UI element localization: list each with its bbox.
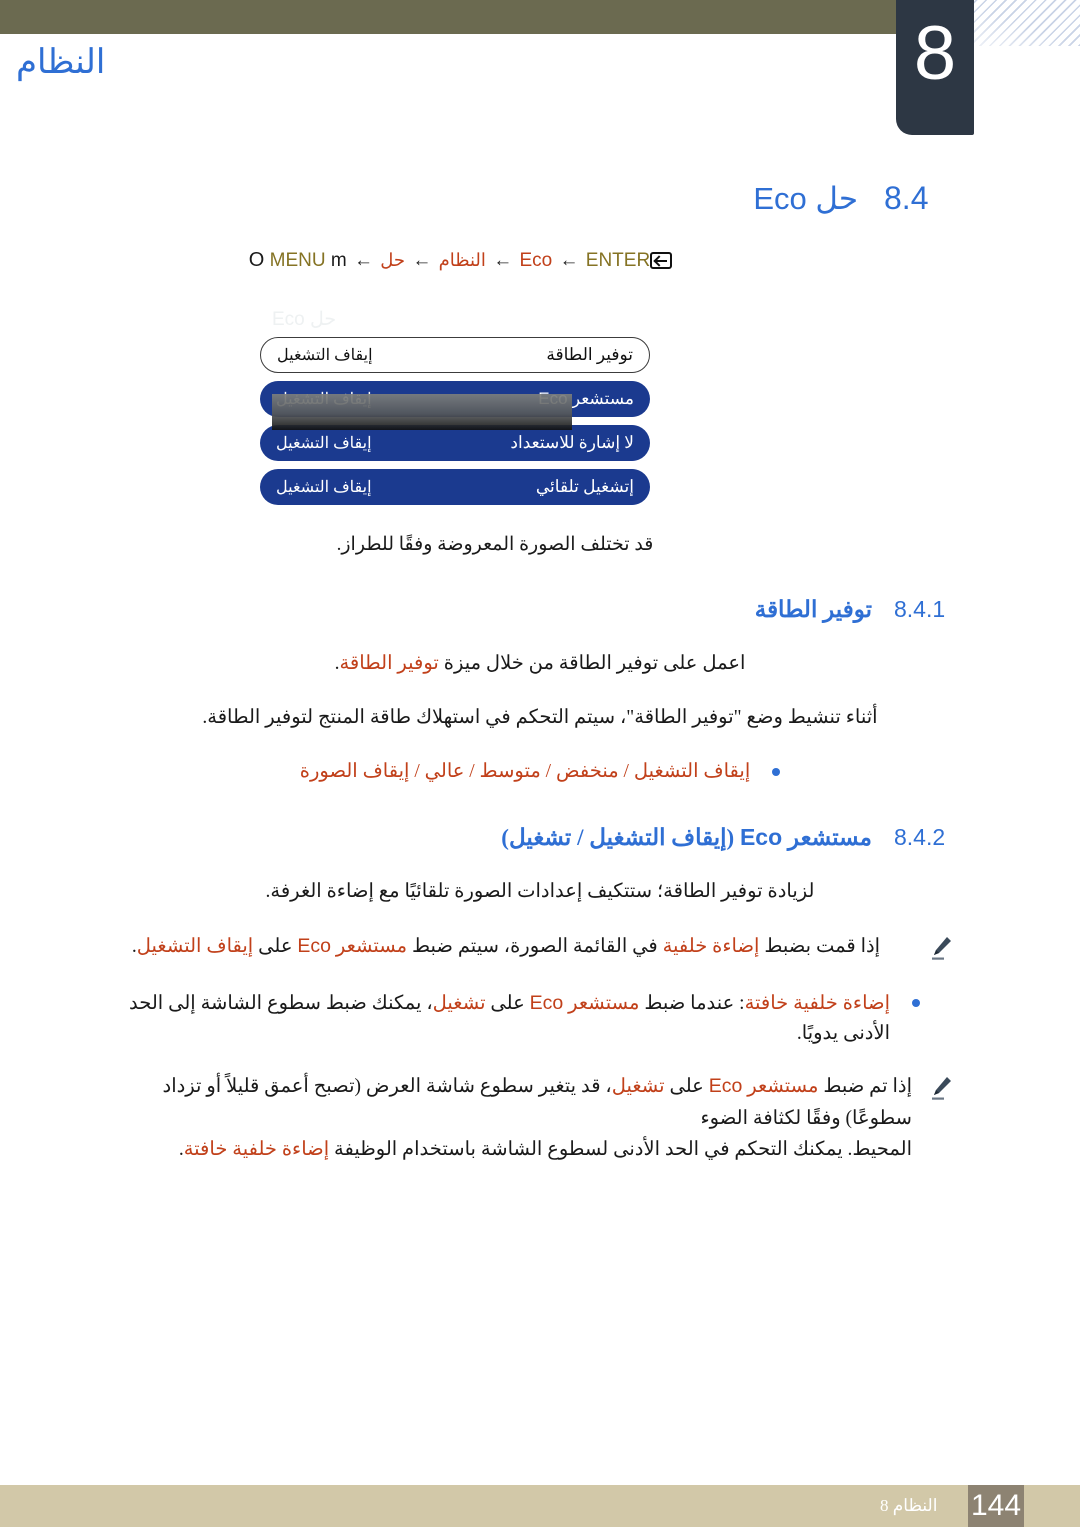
note-842-backlight-text: إذا قمت بضبط إضاءة خلفية في القائمة الصو… <box>100 931 912 962</box>
breadcrumb-key-menu: MENU <box>269 250 326 271</box>
osd-menu-mock: حل Eco توفير الطاقة إيقاف التشغيل مستشعر… <box>260 308 650 505</box>
section-heading-8-4: 8.4 حل Eco <box>100 180 980 217</box>
bullet1-b: على <box>485 992 530 1014</box>
note2-line2-a: المحيط. يمكنك التحكم في الحد الأدنى لسطو… <box>329 1138 912 1160</box>
breadcrumb-key-m: m <box>330 250 347 271</box>
note2-h2: تشغيل <box>611 1076 665 1098</box>
bullet1-h2: مستشعر <box>568 992 640 1014</box>
section-title-latin: Eco <box>753 181 807 216</box>
subsection-heading-8-4-1: 8.4.1 توفير الطاقة <box>100 596 980 623</box>
osd-row-no-signal-standby[interactable]: لا إشارة للاستعداد إيقاف التشغيل <box>260 425 650 461</box>
bullet1-latin: Eco <box>529 991 564 1014</box>
osd-ghost-title: حل Eco <box>272 309 337 330</box>
osd-row-label: إتشغيل تلقائي <box>535 477 634 496</box>
chapter-title: النظام <box>0 42 884 82</box>
note-842-backlight: إذا قمت بضبط إضاءة خلفية في القائمة الصو… <box>100 931 980 966</box>
pencil-note-icon <box>928 935 954 966</box>
subsection-title-ar-1: مستشعر <box>787 824 872 850</box>
bullet-842-dim-backlight: إضاءة خلفية خافتة: عندما ضبط مستشعر Eco … <box>100 988 980 1049</box>
footer-chapter-label: النظام 8 <box>880 1496 938 1515</box>
bullet-842-dim-backlight-text: إضاءة خلفية خافتة: عندما ضبط مستشعر Eco … <box>100 988 890 1049</box>
para-841-intro-a: اعمل على توفير الطاقة من خلال ميزة <box>438 653 746 674</box>
breadcrumb-arrow-2: ← <box>412 250 432 271</box>
section-title: حل Eco <box>753 181 858 217</box>
pencil-note-icon <box>928 1075 954 1106</box>
note-842-brightness-text: إذا تم ضبط مستشعر Eco على تشغيل، قد يتغي… <box>100 1071 912 1165</box>
subsection-title-latin: Eco <box>739 823 783 850</box>
chapter-title-text: النظام <box>16 44 106 81</box>
note1-h3: إيقاف التشغيل <box>136 935 254 957</box>
breadcrumb-key-o: O <box>248 249 265 271</box>
osd-row-power-saving[interactable]: توفير الطاقة إيقاف التشغيل <box>260 337 650 373</box>
breadcrumb-step-system: النظام <box>438 250 486 270</box>
osd-row-label: لا إشارة للاستعداد <box>510 433 634 452</box>
breadcrumb-step-enter: ENTER <box>585 250 651 271</box>
osd-row-label: مستشعر Eco <box>538 389 634 409</box>
subsection-title-ar-2: (إيقاف التشغيل / تشغيل) <box>501 824 735 850</box>
note2-b: على <box>664 1076 709 1098</box>
bullet-dot-icon <box>772 768 781 777</box>
note2-a: إذا تم ضبط <box>818 1076 912 1098</box>
paragraph-841-detail: أثناء تنشيط وضع "توفير الطاقة"، سيتم الت… <box>202 707 878 729</box>
breadcrumb-arrow-4: ← <box>559 250 579 271</box>
osd-row-value: إيقاف التشغيل <box>276 391 372 408</box>
note-842-brightness: إذا تم ضبط مستشعر Eco على تشغيل، قد يتغي… <box>100 1071 980 1165</box>
enter-key-icon <box>650 252 673 269</box>
bullet1-h1: إضاءة خلفية خافتة <box>744 992 890 1014</box>
para-841-intro-highlight: توفير الطاقة <box>339 653 439 674</box>
bullet-dot-icon <box>912 998 920 1007</box>
subsection-title: توفير الطاقة <box>754 597 872 622</box>
note1-b: في القائمة الصورة، سيتم ضبط <box>407 935 663 957</box>
note1-h1: إضاءة خلفية <box>662 935 760 957</box>
osd-row-label: توفير الطاقة <box>546 345 633 364</box>
breadcrumb-arrow-1: ← <box>353 250 373 271</box>
breadcrumb: O MENU m ← النظام ← حل ← Eco ← ENTER <box>100 249 980 272</box>
bullet-841-options-text: إيقاف التشغيل / منخفض / متوسط / عالي / إ… <box>299 761 751 783</box>
osd-caption: قد تختلف الصورة المعروضة وفقًا للطراز. <box>336 534 654 555</box>
header-olive-bar <box>0 0 896 34</box>
paragraph-842-intro: لزيادة توفير الطاقة؛ ستتكيف إعدادات الصو… <box>265 880 815 902</box>
bullet1-a: : عندما ضبط <box>639 992 745 1014</box>
page-content: 8.4 حل Eco O MENU m ← النظام ← حل ← Eco … <box>0 180 1080 1187</box>
osd-row-label-latin: Eco <box>538 389 568 408</box>
paragraph-841-intro: اعمل على توفير الطاقة من خلال ميزة توفير… <box>100 649 980 679</box>
osd-row-label-ar: مستشعر <box>571 389 634 408</box>
note1-c: على <box>253 935 298 957</box>
subsection-title: مستشعر Eco (إيقاف التشغيل / تشغيل) <box>501 824 872 851</box>
subsection-heading-8-4-2: 8.4.2 مستشعر Eco (إيقاف التشغيل / تشغيل) <box>100 824 980 851</box>
bullet-841-options: إيقاف التشغيل / منخفض / متوسط / عالي / إ… <box>100 757 980 787</box>
bullet1-h3: تشغيل <box>432 992 486 1014</box>
note1-h2: مستشعر <box>335 935 408 957</box>
section-title-ar: حل <box>815 181 858 216</box>
breadcrumb-step-hal: حل <box>380 250 406 270</box>
subsection-number: 8.4.2 <box>894 823 946 850</box>
note1-a: إذا قمت بضبط <box>759 935 881 957</box>
section-number: 8.4 <box>884 180 929 216</box>
osd-row-value: إيقاف التشغيل <box>277 347 373 364</box>
footer-page-box: 144 <box>968 1485 1024 1527</box>
breadcrumb-arrow-3: ← <box>493 250 513 271</box>
breadcrumb-step-eco: Eco <box>519 250 553 271</box>
chapter-number-tab: 8 <box>896 0 974 135</box>
osd-row-value: إيقاف التشغيل <box>276 479 372 496</box>
osd-row-eco-sensor[interactable]: مستشعر Eco إيقاف التشغيل <box>260 381 650 417</box>
note1-latin: Eco <box>297 934 331 957</box>
subsection-number: 8.4.1 <box>894 596 946 622</box>
osd-row-auto-power-on[interactable]: إتشغيل تلقائي إيقاف التشغيل <box>260 469 650 505</box>
note2-h1: مستشعر <box>747 1076 819 1098</box>
page-number: 144 <box>970 1489 1022 1522</box>
note2-latin: Eco <box>708 1075 743 1098</box>
osd-row-value: إيقاف التشغيل <box>276 435 372 452</box>
note2-line2-h: إضاءة خلفية خافتة <box>183 1138 330 1160</box>
chapter-number: 8 <box>913 10 957 96</box>
